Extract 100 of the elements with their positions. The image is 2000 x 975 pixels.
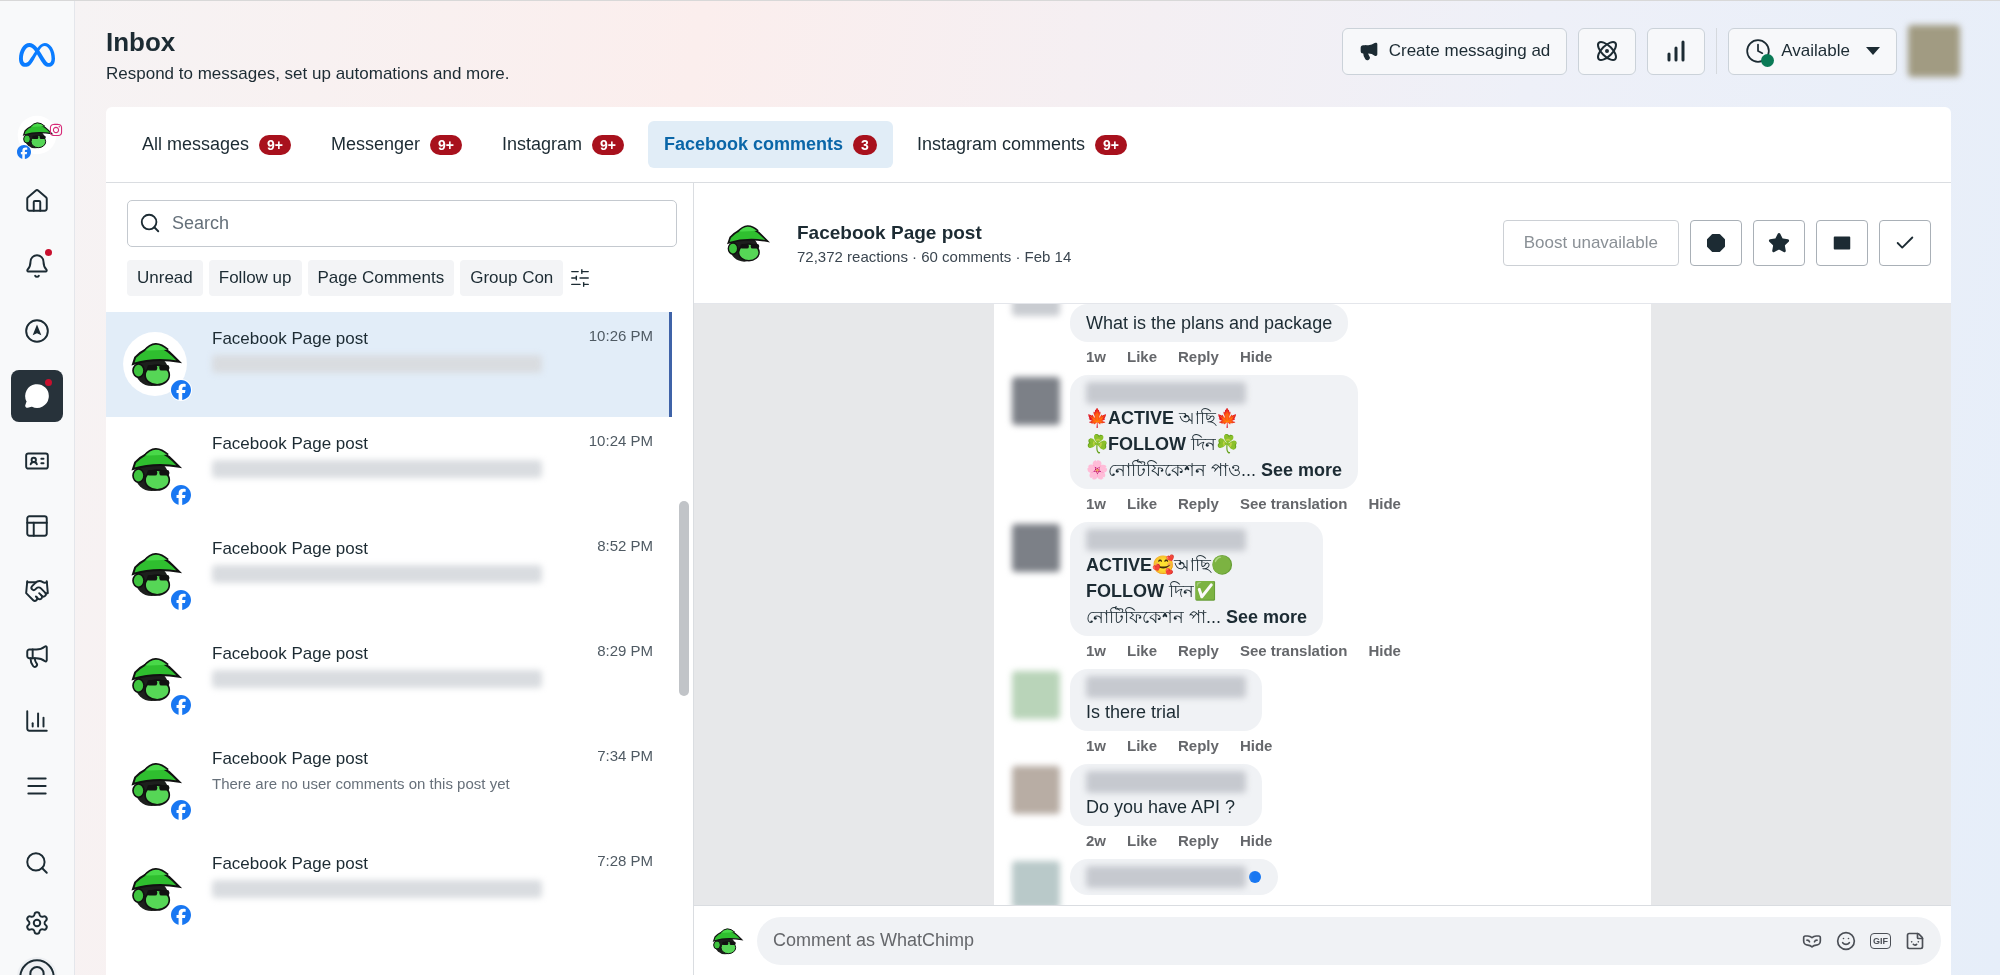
comment-action-link[interactable]: Like <box>1127 642 1158 659</box>
comment-action-link[interactable]: Reply <box>1178 832 1219 849</box>
create-ad-button[interactable]: Create messaging ad <box>1341 27 1568 75</box>
comment-action-link[interactable]: Like <box>1127 495 1158 512</box>
filter-chip[interactable]: Group Con <box>460 260 564 296</box>
channel-tab[interactable]: Messenger 9+ <box>315 121 479 168</box>
conversation-title: Facebook Page post <box>212 644 369 664</box>
comment-action-link[interactable]: Hide <box>1239 832 1273 849</box>
blurred-avatar <box>1012 524 1060 572</box>
comment-action-link[interactable]: Reply <box>1178 495 1219 512</box>
conversation-time: 8:52 PM <box>597 536 653 555</box>
emoji-icon[interactable] <box>1836 930 1856 951</box>
comment-action-link[interactable]: Reply <box>1178 737 1219 754</box>
comment-time: 1w <box>1086 348 1106 365</box>
star-button[interactable] <box>1753 220 1805 266</box>
comment-action-link[interactable]: Like <box>1127 737 1158 754</box>
comment-text: Is there trial <box>1086 701 1182 724</box>
blurred-avatar <box>1012 766 1060 814</box>
comment-text: 🍁ACTIVE আছি🍁 <box>1086 407 1240 430</box>
conversation-time: 10:24 PM <box>588 431 653 450</box>
report-button[interactable] <box>1690 220 1742 266</box>
atom-button[interactable] <box>1578 27 1637 75</box>
comment-time: 1w <box>1086 495 1106 512</box>
comment-action-link[interactable]: See translation <box>1239 495 1348 512</box>
conversation-item[interactable]: Facebook Page post 10:26 PM <box>106 312 672 417</box>
sticker-icon[interactable] <box>1905 930 1925 951</box>
blurred-avatar <box>1908 25 1960 77</box>
filter-chip[interactable]: Unread <box>127 260 203 296</box>
blurred-avatar <box>1012 377 1060 425</box>
count-badge: 9+ <box>1094 134 1127 155</box>
count-badge: 3 <box>853 134 877 155</box>
conversation-title: Facebook Page post <box>212 854 369 874</box>
channel-tab[interactable]: Facebook comments 3 <box>648 121 893 168</box>
comment-action-link[interactable]: See translation <box>1239 642 1348 659</box>
conversation-title: Facebook Page post <box>212 329 369 349</box>
post-title: Facebook Page post <box>797 221 983 244</box>
facebook-badge-icon <box>170 904 192 926</box>
bell-icon <box>24 253 50 279</box>
caret-icon <box>1866 47 1880 55</box>
comment-action-link[interactable]: Hide <box>1368 495 1401 512</box>
channel-tab[interactable]: Instagram 9+ <box>486 121 641 168</box>
conversation-title: Facebook Page post <box>212 539 369 559</box>
status-dropdown[interactable]: Available <box>1728 27 1897 75</box>
comment-action-link[interactable]: Hide <box>1368 642 1401 659</box>
comment-text: 🌸নোটিফিকেশন পাও... See more <box>1086 458 1343 482</box>
conversation-title: Facebook Page post <box>212 749 369 769</box>
handshake-icon <box>24 578 50 604</box>
comment-text: FOLLOW দিন✅ <box>1086 580 1217 603</box>
page-subtitle: Respond to messages, set up automations and more. <box>106 63 510 84</box>
see-more-link[interactable]: See more <box>1261 460 1343 480</box>
monkey-avatar-icon <box>122 331 188 397</box>
scrollbar[interactable] <box>679 501 689 696</box>
page-avatar-icon <box>17 115 57 155</box>
comment-time: 1w <box>1086 737 1106 754</box>
star-icon <box>1768 232 1790 254</box>
blurred-avatar <box>1012 861 1060 905</box>
filter-chip[interactable]: Follow up <box>208 260 302 296</box>
facebook-badge-icon <box>170 379 192 401</box>
comment-text: What is the plans and package <box>1086 312 1333 335</box>
comment-action-link[interactable]: Like <box>1127 348 1158 365</box>
post-meta: 72,372 reactions · 60 comments · Feb 14 <box>797 247 1072 265</box>
comment-action-link[interactable]: Like <box>1127 832 1158 849</box>
filter-chip[interactable]: Page Comments <box>307 260 455 296</box>
conversation-preview: There are no user comments on this post yet <box>212 775 511 792</box>
mail-button[interactable] <box>1816 220 1868 266</box>
atom-icon <box>1595 39 1620 63</box>
instagram-badge-icon <box>49 123 63 137</box>
facebook-badge-icon <box>170 799 192 821</box>
search-icon <box>24 850 50 876</box>
comment-action-link[interactable]: Hide <box>1239 348 1273 365</box>
blurred-avatar <box>1012 671 1060 719</box>
home-icon <box>24 188 50 214</box>
nav-button[interactable] <box>11 370 63 422</box>
count-badge: 9+ <box>592 134 625 155</box>
comment-action-link[interactable]: Reply <box>1178 642 1219 659</box>
comment-text: নোটিফিকেশন পা... See more <box>1086 605 1308 629</box>
conversation-time: 7:34 PM <box>597 746 653 765</box>
bar-chart-icon <box>24 708 50 734</box>
conversation-title: Facebook Page post <box>212 434 369 454</box>
conversation-time: 7:28 PM <box>597 851 653 870</box>
page-title: Inbox <box>106 26 177 58</box>
see-more-link[interactable]: See more <box>1226 607 1308 627</box>
megaphone-icon <box>24 643 50 669</box>
search-field[interactable]: Search <box>127 200 677 247</box>
settings-icon <box>24 910 50 936</box>
comment-text: Do you have API ? <box>1086 796 1237 819</box>
comment-action-link[interactable]: Hide <box>1239 737 1273 754</box>
channel-tab[interactable]: All messages 9+ <box>126 121 307 168</box>
pages-icon <box>24 513 50 539</box>
comment-time: 1w <box>1086 642 1106 659</box>
search-icon <box>139 212 161 234</box>
compass-icon <box>24 318 50 344</box>
channel-tab[interactable]: Instagram comments 9+ <box>900 121 1143 168</box>
gif-icon[interactable]: GIF <box>1870 932 1891 949</box>
conversation-time: 10:26 PM <box>588 326 653 345</box>
comment-action-link[interactable]: Reply <box>1178 348 1219 365</box>
comment-text: ☘FOLLOW দিন☘ <box>1086 433 1239 456</box>
insights-button[interactable] <box>1647 27 1706 75</box>
filter-settings-icon[interactable] <box>569 267 592 289</box>
chat-icon <box>24 383 50 409</box>
